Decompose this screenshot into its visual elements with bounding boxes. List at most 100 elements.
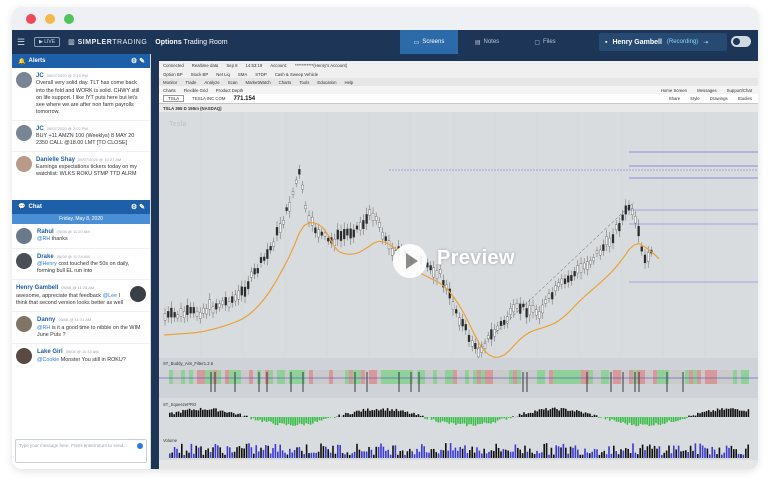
status-item-2[interactable]: Sep 8: [226, 63, 237, 68]
chart-tab-1[interactable]: Flexible Grid: [184, 88, 208, 93]
tab-screens[interactable]: ▭ Screens: [400, 30, 458, 54]
status-item-3[interactable]: 14:53:19: [246, 63, 263, 68]
minimize-dot-icon[interactable]: [45, 13, 55, 24]
study-2-bar: [382, 408, 384, 417]
account-item-4[interactable]: STDP: [255, 72, 266, 77]
price-chart[interactable]: Tesla ST_Buddy_Aim_Filter1.2.6 ST_Squeez…: [159, 112, 758, 469]
edit-icon[interactable]: ✎: [139, 204, 145, 211]
study-2-bar: [708, 410, 710, 417]
study-1-cell: [297, 370, 301, 384]
candle-body: [490, 329, 493, 340]
volume-bar: [457, 450, 459, 458]
platform-link-2[interactable]: Support/Chat: [727, 88, 752, 93]
study-2-bar: [606, 417, 609, 419]
chart-tool-2[interactable]: Drawings: [710, 96, 728, 101]
platform-link-1[interactable]: Messages: [697, 88, 717, 93]
theme-toggle[interactable]: [731, 36, 751, 47]
avatar: [16, 252, 32, 269]
user-recording-box[interactable]: ▪ Henry Gambell (Recording) ⇥: [599, 33, 727, 51]
chart-tool-3[interactable]: Studies: [738, 96, 752, 101]
volume-bar: [399, 451, 401, 458]
study-1-cell: [413, 370, 417, 384]
menu-item-5[interactable]: Charts: [279, 80, 292, 85]
study-2-bar: [567, 410, 569, 417]
candle-body: [391, 248, 394, 256]
study-2-bar: [327, 417, 329, 418]
study-1-cell: [469, 370, 473, 384]
gear-icon[interactable]: ⚙: [131, 204, 137, 211]
study-2-bar: [171, 412, 173, 417]
chart-tab-0[interactable]: Charts: [163, 88, 176, 93]
close-dot-icon[interactable]: [26, 13, 36, 24]
study-1-cell: [697, 370, 701, 384]
study-2-bar: [441, 417, 444, 422]
screen-top-edge: [159, 54, 758, 61]
gear-icon[interactable]: ⚙: [131, 58, 137, 65]
menu-item-8[interactable]: Help: [344, 80, 353, 85]
tab-notes[interactable]: ▤ Notes: [458, 30, 516, 54]
expand-icon[interactable]: ⇥: [703, 39, 708, 46]
edit-icon[interactable]: ✎: [139, 58, 145, 65]
menu-item-7[interactable]: Education: [317, 80, 336, 85]
platform-link-0[interactable]: Home Screen: [661, 88, 687, 93]
chart-tool-0[interactable]: Share: [669, 96, 680, 101]
study-2-bar: [433, 417, 435, 420]
study-2-bar: [584, 412, 587, 417]
tab-files[interactable]: ▢ Files: [516, 30, 574, 54]
account-item-1[interactable]: Stock BP: [191, 72, 209, 77]
study-2-bar: [373, 410, 376, 417]
volume-bar: [553, 454, 555, 458]
menu-item-6[interactable]: Tools: [299, 80, 309, 85]
study-2-bar: [193, 409, 195, 417]
panel-divider[interactable]: [151, 54, 159, 469]
status-item-0[interactable]: Connected: [163, 63, 184, 68]
study-1-cell: [237, 370, 241, 384]
chart-tab-2[interactable]: Product Depth: [216, 88, 243, 93]
candle-body: [301, 184, 304, 190]
study-2-bar: [298, 417, 301, 424]
main-tabs: ▭ Screens ▤ Notes ▢ Files: [400, 30, 574, 54]
volume-bar: [375, 446, 377, 458]
candle-body: [349, 228, 352, 239]
study-2-bar: [543, 409, 545, 417]
study-2-bar: [448, 417, 450, 424]
study-2-bar: [362, 408, 365, 417]
volume-bar: [373, 454, 375, 458]
menu-item-2[interactable]: Analyze: [204, 80, 219, 85]
account-item-3[interactable]: SMA: [238, 72, 247, 77]
account-item-2[interactable]: Net Liq: [216, 72, 230, 77]
candle-body: [359, 222, 362, 231]
volume-bar: [625, 448, 627, 458]
symbol-input[interactable]: TSLA: [163, 95, 185, 102]
play-button[interactable]: [393, 244, 427, 278]
room-title: Options Trading Room: [155, 38, 228, 46]
maximize-dot-icon[interactable]: [64, 13, 74, 24]
chart-tool-1[interactable]: Style: [690, 96, 700, 101]
menu-item-4[interactable]: MarketWatch: [246, 80, 271, 85]
volume-bar: [661, 454, 663, 458]
study-1-cell: [573, 370, 577, 384]
menu-icon[interactable]: ☰: [12, 37, 30, 48]
candle-body: [429, 265, 432, 271]
menu-item-3[interactable]: Scan: [228, 80, 238, 85]
chat-input[interactable]: Type your message here. Press enter/retu…: [15, 439, 147, 463]
candle-body: [192, 307, 195, 314]
volume-bar: [409, 448, 411, 458]
study-2-bar: [527, 413, 530, 417]
candle-body: [323, 232, 327, 237]
status-item-1[interactable]: Realtime data: [192, 63, 219, 68]
study-2-bar: [547, 410, 549, 417]
study-1-cell: [533, 370, 537, 384]
menu-item-0[interactable]: Monitor: [163, 80, 177, 85]
study-2-bar: [243, 415, 246, 417]
status-item-4[interactable]: Account:: [270, 63, 287, 68]
volume-bar: [418, 451, 421, 458]
send-icon[interactable]: [137, 443, 143, 449]
volume-bar: [214, 443, 217, 458]
account-item-0[interactable]: Option BP: [163, 72, 183, 77]
account-item-5[interactable]: Cash & Sweep Vehicle: [275, 72, 318, 77]
status-item-5[interactable]: ***********(Henry's Account): [295, 63, 347, 68]
candle-body: [643, 254, 647, 264]
menu-item-1[interactable]: Trade: [185, 80, 196, 85]
candle-body: [183, 311, 186, 318]
